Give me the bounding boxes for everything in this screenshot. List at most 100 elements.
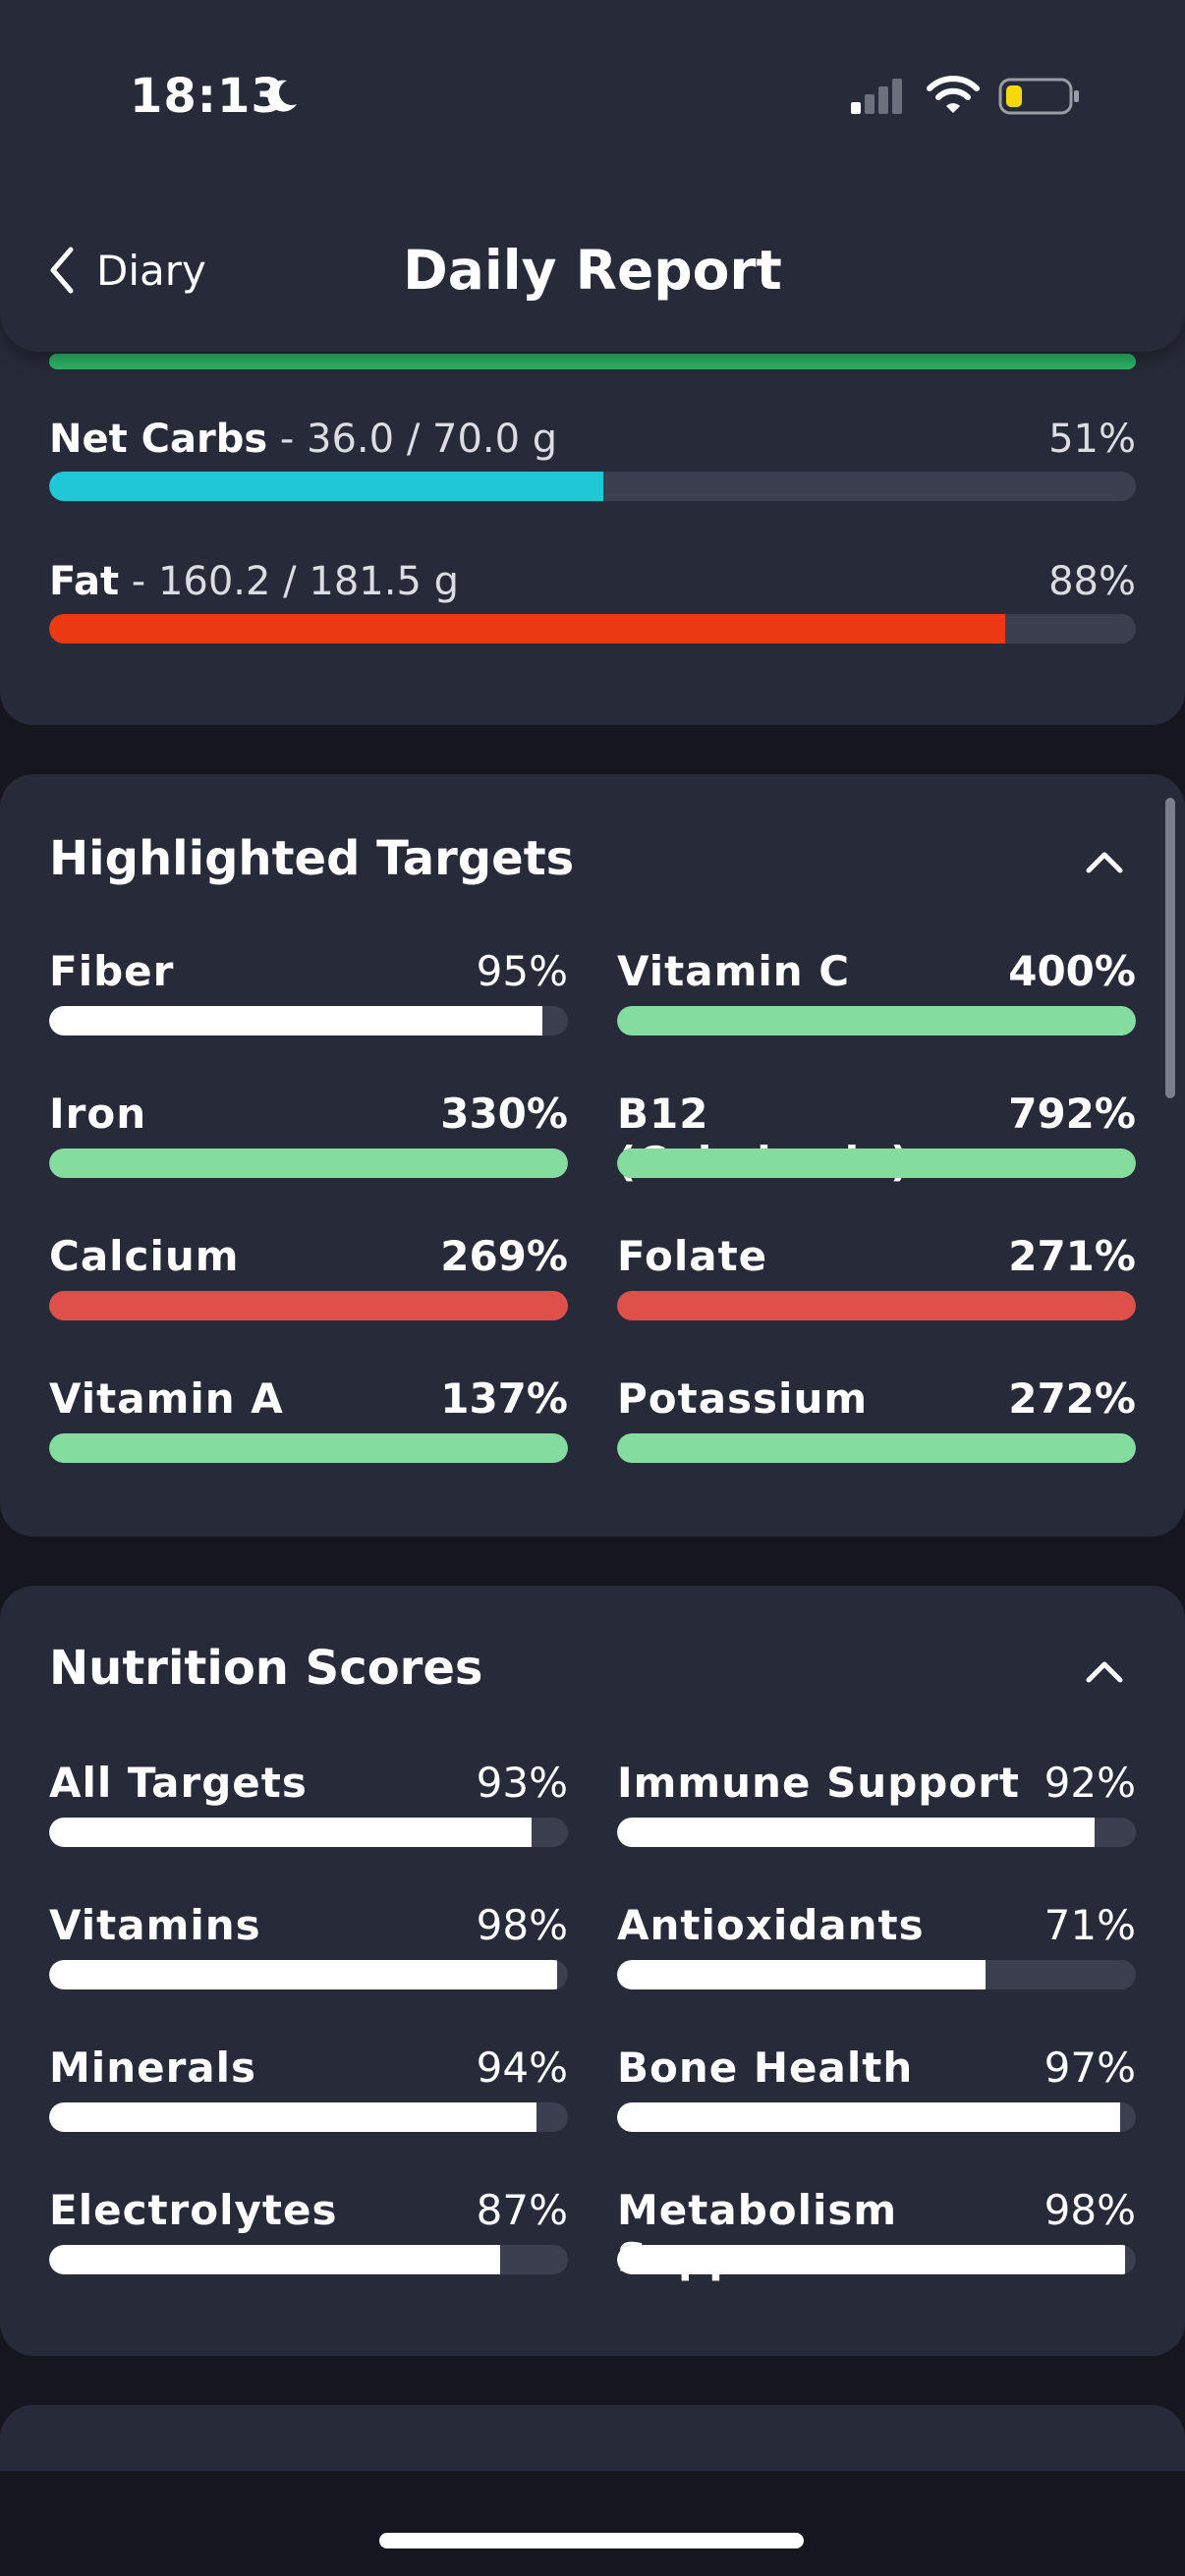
target-item[interactable]: Potassium 272%: [617, 1374, 1136, 1463]
target-name: Vitamin C: [617, 947, 851, 995]
macro-progress-fill: [49, 614, 1006, 644]
target-progress-fill: [49, 1818, 533, 1847]
target-item[interactable]: Antioxidants 71%: [617, 1901, 1136, 1989]
target-progress-track: [49, 1818, 568, 1847]
macro-amount: - 160.2 / 181.5 g: [119, 559, 459, 604]
screen: Net Carbs - 36.0 / 70.0 g 51% Fat - 160.…: [0, 0, 1185, 2576]
macro-amount: - 36.0 / 70.0 g: [267, 417, 558, 462]
target-progress-fill: [49, 1148, 568, 1178]
target-progress-fill: [617, 2245, 1126, 2274]
target-progress-fill: [49, 2102, 537, 2132]
target-item[interactable]: Vitamin A 137%: [49, 1374, 568, 1463]
target-item[interactable]: Vitamins 98%: [49, 1901, 568, 1989]
target-percent: 92%: [1044, 1759, 1136, 1807]
target-percent: 93%: [476, 1759, 568, 1807]
nutrition-scores-card: Nutrition Scores All Targets 93% Immune Su…: [0, 1586, 1185, 2356]
target-percent: 71%: [1044, 1901, 1136, 1949]
target-name: Antioxidants: [617, 1901, 925, 1949]
target-progress-track: [617, 2102, 1136, 2132]
target-progress-fill: [49, 1006, 542, 1036]
protein-progress-bar: [49, 354, 1136, 369]
target-progress-fill: [49, 1433, 568, 1463]
macro-row-fat: Fat - 160.2 / 181.5 g 88%: [49, 559, 1136, 644]
target-progress-fill: [49, 1291, 568, 1320]
target-name: Immune Support: [617, 1759, 1020, 1807]
target-percent: 95%: [476, 947, 568, 995]
target-progress-track: [617, 1291, 1136, 1320]
target-progress-fill: [617, 1960, 986, 1989]
target-name: Vitamin A: [49, 1374, 284, 1423]
macro-progress-track: [49, 472, 1136, 501]
target-name: Vitamins: [49, 1901, 261, 1949]
target-progress-fill: [617, 1433, 1136, 1463]
target-item[interactable]: Bone Health 97%: [617, 2044, 1136, 2132]
target-name: Iron: [49, 1090, 147, 1138]
chevron-up-icon[interactable]: [1083, 1656, 1126, 1686]
macro-row-net-carbs: Net Carbs - 36.0 / 70.0 g 51%: [49, 417, 1136, 501]
target-name: Potassium: [617, 1374, 869, 1423]
page-title: Daily Report: [403, 239, 782, 302]
target-percent: 271%: [1008, 1232, 1136, 1280]
target-item[interactable]: Calcium 269%: [49, 1232, 568, 1320]
target-name: Minerals: [49, 2044, 257, 2092]
signal-icon: [851, 79, 902, 114]
target-percent: 98%: [476, 1901, 568, 1949]
header: 18:13 Diary Daily Report: [0, 0, 1185, 352]
macro-name: Net Carbs: [49, 417, 268, 462]
target-item[interactable]: Folate 271%: [617, 1232, 1136, 1320]
target-progress-track: [49, 1960, 568, 1989]
target-item[interactable]: Vitamin C 400%: [617, 947, 1136, 1036]
moon-icon: [267, 80, 297, 112]
target-item[interactable]: Minerals 94%: [49, 2044, 568, 2132]
target-name: Folate: [617, 1232, 768, 1280]
macro-name: Fat: [49, 559, 120, 604]
target-progress-track: [617, 2245, 1136, 2274]
target-progress-track: [617, 1148, 1136, 1178]
target-percent: 792%: [1008, 1090, 1136, 1138]
target-percent: 98%: [1044, 2186, 1136, 2234]
target-percent: 97%: [1044, 2044, 1136, 2092]
target-progress-track: [617, 1960, 1136, 1989]
target-percent: 400%: [1008, 947, 1136, 995]
target-progress-track: [617, 1818, 1136, 1847]
target-progress-track: [49, 1433, 568, 1463]
home-indicator[interactable]: [379, 2533, 804, 2548]
wifi-icon: [927, 76, 980, 113]
target-name: Electrolytes: [49, 2186, 338, 2234]
target-progress-fill: [617, 1818, 1095, 1847]
target-item[interactable]: Electrolytes 87%: [49, 2186, 568, 2274]
target-item[interactable]: Metabolism Supp…98%: [617, 2186, 1136, 2282]
target-name: Fiber: [49, 947, 175, 995]
target-progress-fill: [617, 1006, 1136, 1036]
target-progress-fill: [617, 1291, 1136, 1320]
target-item[interactable]: Iron 330%: [49, 1090, 568, 1178]
target-percent: 94%: [476, 2044, 568, 2092]
target-name: All Targets: [49, 1759, 308, 1807]
target-percent: 137%: [440, 1374, 568, 1423]
target-percent: 330%: [440, 1090, 568, 1138]
target-progress-track: [49, 1006, 568, 1036]
target-progress-track: [49, 1291, 568, 1320]
scrollbar[interactable]: [1165, 798, 1175, 1098]
target-item[interactable]: Fiber 95%: [49, 947, 568, 1036]
target-percent: 272%: [1008, 1374, 1136, 1423]
target-progress-fill: [49, 2245, 501, 2274]
target-progress-fill: [49, 1960, 558, 1989]
section-title: Nutrition Scores: [49, 1641, 483, 1696]
target-item[interactable]: B12 (Cobalamin)792%: [617, 1090, 1136, 1186]
battery-icon: [998, 78, 1079, 115]
target-progress-track: [617, 1433, 1136, 1463]
target-progress-track: [49, 2245, 568, 2274]
target-progress-fill: [617, 1148, 1136, 1178]
target-name: Bone Health: [617, 2044, 914, 2092]
target-progress-track: [49, 1148, 568, 1178]
highlighted-targets-card: Highlighted Targets Fiber 95% Vitamin C 400…: [0, 774, 1185, 1537]
chevron-up-icon[interactable]: [1083, 847, 1126, 876]
target-percent: 269%: [440, 1232, 568, 1280]
macro-percent: 88%: [1048, 559, 1136, 604]
target-item[interactable]: Immune Support 92%: [617, 1759, 1136, 1847]
target-item[interactable]: All Targets 93%: [49, 1759, 568, 1847]
macro-progress-track: [49, 614, 1136, 644]
macro-progress-fill: [49, 472, 604, 501]
target-name: Calcium: [49, 1232, 240, 1280]
